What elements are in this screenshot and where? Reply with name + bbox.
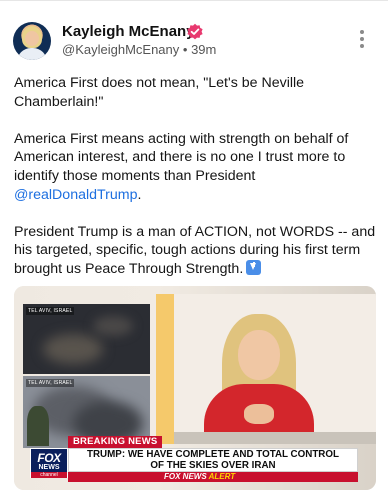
- video-thumbnail[interactable]: TEL AVIV, ISRAEL TEL AVIV, ISRAEL BREAKI…: [14, 286, 376, 490]
- divider: [0, 0, 388, 1]
- avatar-shoulders: [17, 48, 47, 60]
- anchor-shot: [156, 294, 376, 444]
- post-paragraph-3: President Trump is a man of ACTION, not …: [14, 223, 376, 279]
- headline-text: TRUMP: WE HAVE COMPLETE AND TOTAL CONTRO…: [69, 449, 357, 471]
- inset-bottom-label: TEL AVIV, ISRAEL: [26, 379, 75, 387]
- post-paragraph-2: America First means acting with strength…: [14, 130, 376, 204]
- logo-news-text: NEWS: [38, 464, 60, 471]
- down-arrow-icon: [246, 259, 262, 275]
- post-card: Kayleigh McEnany @KayleighMcEnany • 39m …: [0, 0, 388, 500]
- post-paragraph-1: America First does not mean, "Let's be N…: [14, 75, 305, 110]
- alert-strip: FOX NEWS ALERT: [68, 472, 358, 482]
- avatar[interactable]: [13, 22, 51, 60]
- post-paragraph-2-end: .: [137, 186, 142, 203]
- logo-channel-text: channel: [31, 472, 67, 478]
- post-paragraph-2-text: America First means acting with strength…: [14, 130, 349, 184]
- separator-dot: •: [182, 42, 188, 57]
- more-options-icon[interactable]: [356, 30, 368, 52]
- author-handle-row: @KayleighMcEnany • 39m: [62, 42, 216, 58]
- inset-top-label: TEL AVIV, ISRAEL: [26, 307, 75, 315]
- post-body: America First does not mean, "Let's be N…: [14, 74, 376, 297]
- author-name[interactable]: Kayleigh McEnany: [62, 23, 195, 41]
- headline-box: TRUMP: WE HAVE COMPLETE AND TOTAL CONTRO…: [68, 448, 358, 472]
- post-time[interactable]: 39m: [191, 42, 216, 57]
- author-handle[interactable]: @KayleighMcEnany: [62, 42, 179, 57]
- alert-prefix: FOX NEWS: [164, 472, 207, 481]
- alert-suffix: ALERT: [208, 472, 236, 481]
- logo-fox-text: FOX: [37, 451, 61, 465]
- headline-line-1: TRUMP: WE HAVE COMPLETE AND TOTAL CONTRO…: [87, 449, 339, 460]
- alert-text: FOX NEWS ALERT: [164, 472, 235, 482]
- avatar-face: [25, 31, 39, 46]
- headline-line-2: OF THE SKIES OVER IRAN: [150, 459, 276, 471]
- mention-link[interactable]: @realDonaldTrump: [14, 187, 137, 203]
- breaking-news-label: BREAKING NEWS: [68, 436, 163, 448]
- post-paragraph-3-text: President Trump is a man of ACTION, not …: [14, 223, 376, 277]
- inset-video-top: TEL AVIV, ISRAEL: [23, 304, 150, 374]
- fox-news-logo: FOX NEWS channel: [30, 448, 68, 478]
- verified-badge-icon: [187, 23, 203, 40]
